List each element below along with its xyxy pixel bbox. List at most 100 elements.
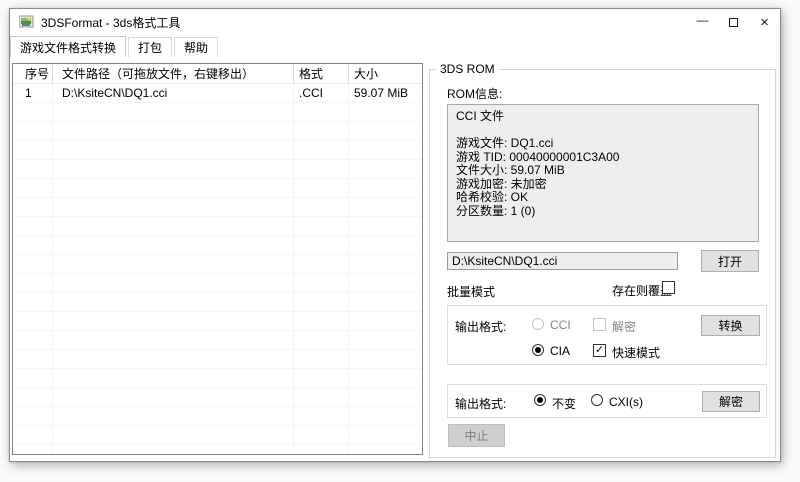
file-path-input[interactable]: D:\KsiteCN\DQ1.cci bbox=[447, 252, 678, 270]
column-header-size[interactable]: 大小 bbox=[349, 64, 422, 83]
empty-cell bbox=[53, 388, 294, 406]
minimize-button[interactable]: — bbox=[687, 9, 718, 35]
empty-cell bbox=[294, 388, 349, 406]
empty-cell bbox=[53, 445, 294, 455]
cell-format: .CCI bbox=[294, 84, 349, 102]
empty-cell bbox=[294, 122, 349, 140]
cia-radio[interactable] bbox=[532, 344, 544, 356]
tab-label: 游戏文件格式转换 bbox=[20, 39, 116, 56]
column-header-path[interactable]: 文件路径（可拖放文件，右键移出） bbox=[53, 64, 294, 83]
table-empty-row bbox=[13, 274, 422, 293]
empty-cell bbox=[294, 350, 349, 368]
app-icon bbox=[19, 15, 34, 29]
cell-path: D:\KsiteCN\DQ1.cci bbox=[53, 84, 294, 102]
empty-cell bbox=[349, 122, 422, 140]
column-header-index[interactable]: 序号 bbox=[13, 64, 53, 83]
tab-format-convert[interactable]: 游戏文件格式转换 bbox=[10, 36, 126, 57]
empty-cell bbox=[294, 141, 349, 159]
table-empty-row bbox=[13, 331, 422, 350]
table-row[interactable]: 1 D:\KsiteCN\DQ1.cci .CCI 59.07 MiB bbox=[13, 84, 422, 103]
empty-cell bbox=[294, 236, 349, 254]
overwrite-if-exists-checkbox[interactable] bbox=[662, 281, 675, 294]
empty-cell bbox=[53, 179, 294, 197]
empty-cell bbox=[13, 160, 53, 178]
empty-cell bbox=[13, 445, 53, 455]
rom-info-line bbox=[456, 124, 750, 138]
title-bar[interactable]: 3DSFormat - 3ds格式工具 — × bbox=[10, 9, 780, 35]
empty-cell bbox=[53, 274, 294, 292]
empty-cell bbox=[294, 274, 349, 292]
empty-cell bbox=[13, 236, 53, 254]
abort-button: 中止 bbox=[448, 424, 505, 447]
empty-cell bbox=[349, 236, 422, 254]
rom-info-line: 游戏 TID: 00040000001C3A00 bbox=[456, 151, 750, 165]
empty-cell bbox=[53, 236, 294, 254]
empty-cell bbox=[294, 198, 349, 216]
output-format-label: 输出格式: bbox=[455, 318, 506, 335]
column-header-format[interactable]: 格式 bbox=[294, 64, 349, 83]
empty-cell bbox=[13, 255, 53, 273]
table-empty-row bbox=[13, 179, 422, 198]
cell-size: 59.07 MiB bbox=[349, 84, 422, 102]
maximize-button[interactable] bbox=[718, 9, 749, 35]
cia-radio-label: CIA bbox=[550, 344, 570, 358]
convert-group-box: 输出格式: CCI 解密 转换 CIA ✓ 快速模式 bbox=[447, 305, 767, 365]
table-empty-row bbox=[13, 198, 422, 217]
empty-cell bbox=[294, 369, 349, 387]
cci-radio bbox=[532, 318, 544, 330]
empty-cell bbox=[294, 407, 349, 425]
empty-cell bbox=[349, 293, 422, 311]
empty-cell bbox=[13, 274, 53, 292]
empty-cell bbox=[349, 141, 422, 159]
decrypt-group-box: 输出格式: 不变 CXI(s) 解密 bbox=[447, 384, 767, 418]
empty-cell bbox=[349, 369, 422, 387]
cci-radio-label: CCI bbox=[550, 318, 571, 332]
tab-label: 帮助 bbox=[184, 39, 208, 56]
empty-cell bbox=[53, 217, 294, 235]
empty-cell bbox=[53, 141, 294, 159]
tab-help[interactable]: 帮助 bbox=[174, 37, 218, 57]
cxi-radio-label: CXI(s) bbox=[609, 395, 643, 409]
empty-cell bbox=[349, 445, 422, 455]
unchanged-radio-label: 不变 bbox=[552, 395, 576, 412]
rom-info-line: 游戏文件: DQ1.cci bbox=[456, 137, 750, 151]
fast-mode-checkbox[interactable]: ✓ bbox=[593, 344, 606, 357]
tab-pack[interactable]: 打包 bbox=[128, 37, 172, 57]
output-format-label: 输出格式: bbox=[455, 395, 506, 412]
open-button[interactable]: 打开 bbox=[701, 250, 759, 272]
table-empty-row bbox=[13, 369, 422, 388]
convert-button[interactable]: 转换 bbox=[701, 315, 760, 336]
empty-cell bbox=[349, 198, 422, 216]
rom-info-textbox[interactable]: CCI 文件 游戏文件: DQ1.cci 游戏 TID: 00040000001… bbox=[447, 104, 759, 242]
empty-cell bbox=[13, 369, 53, 387]
close-icon: × bbox=[760, 14, 769, 31]
empty-cell bbox=[294, 426, 349, 444]
empty-cell bbox=[53, 103, 294, 121]
empty-cell bbox=[349, 312, 422, 330]
close-button[interactable]: × bbox=[749, 9, 780, 35]
empty-cell bbox=[13, 217, 53, 235]
app-window: 3DSFormat - 3ds格式工具 — × 游戏文件格式转换 打包 帮助 序… bbox=[9, 8, 781, 462]
table-empty-row bbox=[13, 407, 422, 426]
table-empty-row bbox=[13, 350, 422, 369]
empty-cell bbox=[13, 331, 53, 349]
rom-info-line: CCI 文件 bbox=[456, 110, 750, 124]
empty-cell bbox=[349, 217, 422, 235]
empty-cell bbox=[53, 350, 294, 368]
table-empty-row bbox=[13, 388, 422, 407]
minimize-icon: — bbox=[697, 13, 709, 27]
cell-index: 1 bbox=[13, 84, 53, 102]
empty-cell bbox=[13, 198, 53, 216]
empty-cell bbox=[349, 388, 422, 406]
empty-cell bbox=[53, 122, 294, 140]
table-empty-row bbox=[13, 426, 422, 445]
empty-cell bbox=[294, 331, 349, 349]
decrypt-checkbox-label: 解密 bbox=[612, 318, 636, 335]
empty-cell bbox=[294, 293, 349, 311]
empty-cell bbox=[349, 103, 422, 121]
empty-cell bbox=[349, 274, 422, 292]
rom-info-line: 分区数量: 1 (0) bbox=[456, 205, 750, 219]
unchanged-radio[interactable] bbox=[534, 394, 546, 406]
cxi-radio[interactable] bbox=[591, 394, 603, 406]
decrypt-button[interactable]: 解密 bbox=[702, 391, 760, 412]
